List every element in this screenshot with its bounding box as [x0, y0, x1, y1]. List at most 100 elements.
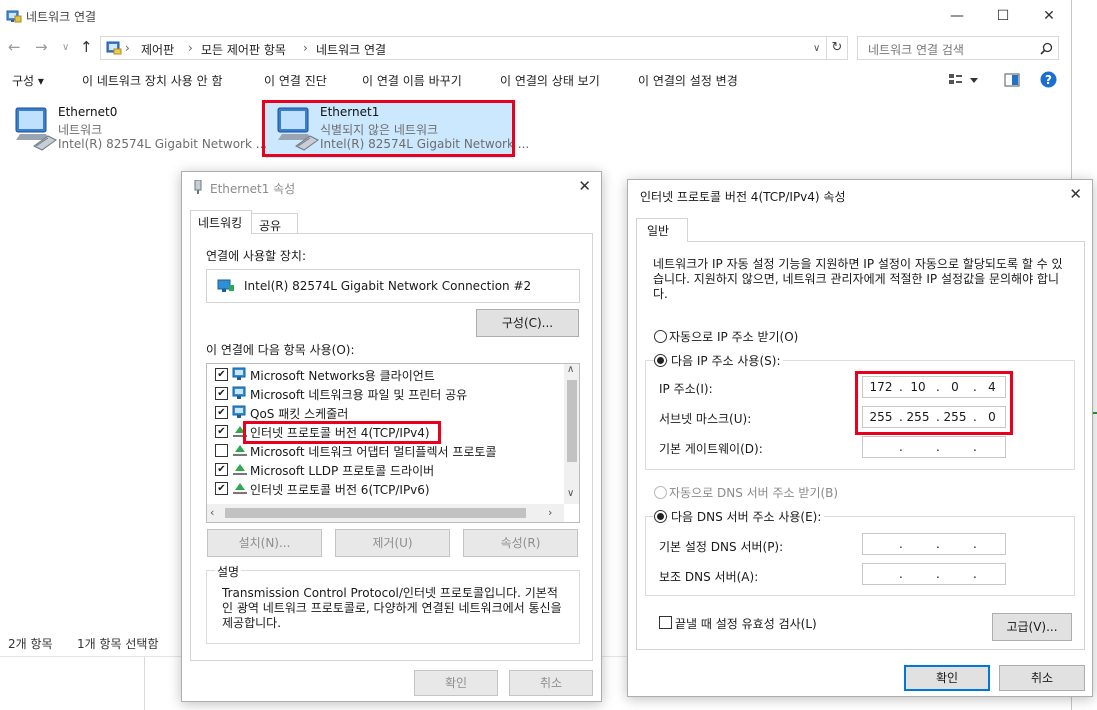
- tab-networking[interactable]: 네트워킹: [190, 210, 252, 234]
- back-arrow-icon[interactable]: ←: [8, 38, 21, 56]
- items-label: 이 연결에 다음 항목 사용(O):: [206, 343, 355, 357]
- auto-dns-radio[interactable]: [654, 486, 667, 499]
- component-checkbox[interactable]: ✔: [215, 482, 228, 495]
- help-icon[interactable]: ?: [1040, 71, 1057, 88]
- ip-dot: .: [936, 440, 940, 454]
- organize-menu[interactable]: 구성 ▾: [12, 72, 44, 89]
- advanced-button[interactable]: 고급(V)...: [992, 613, 1072, 641]
- minimize-button[interactable]: —: [934, 0, 980, 32]
- preview-pane-icon[interactable]: [1004, 73, 1020, 87]
- network-service-icon: [232, 367, 246, 380]
- tab-panel: 연결에 사용할 장치: Intel(R) 82574L Gigabit Netw…: [190, 233, 593, 661]
- alternate-dns-label: 보조 DNS 서버(A):: [659, 570, 759, 584]
- ok-button[interactable]: 확인: [414, 670, 498, 696]
- close-icon[interactable]: ✕: [578, 177, 591, 195]
- preferred-dns-input[interactable]: . . .: [862, 533, 1006, 555]
- dialog-title: Ethernet1 속성: [210, 182, 296, 196]
- search-input[interactable]: 네트워크 연결 검색: [857, 36, 1059, 60]
- item-properties-button[interactable]: 속성(R): [463, 529, 578, 557]
- description-label: 설명: [215, 563, 242, 580]
- component-item[interactable]: ✔ Microsoft 네트워크용 파일 및 프린터 공유: [207, 384, 557, 403]
- auto-ip-radio[interactable]: [654, 330, 667, 343]
- scroll-left-icon[interactable]: ‹: [210, 506, 214, 519]
- search-placeholder: 네트워크 연결 검색: [868, 43, 964, 57]
- dialog-title: 인터넷 프로토콜 버전 4(TCP/IPv4) 속성: [640, 190, 846, 204]
- close-icon[interactable]: ✕: [1069, 185, 1082, 203]
- ipv4-properties-dialog: 인터넷 프로토콜 버전 4(TCP/IPv4) 속성 ✕ 일반 네트워크가 IP…: [627, 179, 1093, 697]
- device-name: Intel(R) 82574L Gigabit Network Connecti…: [244, 279, 532, 293]
- svg-text:?: ?: [1045, 73, 1052, 87]
- component-checkbox[interactable]: ✔: [215, 425, 228, 438]
- network-service-icon: [232, 405, 246, 418]
- component-checkbox[interactable]: ✔: [215, 368, 228, 381]
- gateway-input[interactable]: . . .: [862, 436, 1006, 458]
- description-group: 설명 Transmission Control Protocol/인터넷 프로토…: [206, 563, 580, 644]
- scroll-up-icon[interactable]: ∧: [567, 364, 574, 375]
- cancel-button[interactable]: 취소: [999, 665, 1085, 691]
- ethernet-properties-dialog: Ethernet1 속성 ✕ 네트워킹 공유 연결에 사용할 장치: Intel…: [181, 171, 602, 702]
- scroll-down-icon[interactable]: ∨: [567, 488, 574, 499]
- address-bar[interactable]: › 제어판 › 모든 제어판 항목 › 네트워크 연결 ∨: [100, 36, 827, 60]
- adapter-ethernet0[interactable]: Ethernet0 네트워크 Intel(R) 82574L Gigabit N…: [4, 100, 267, 158]
- tab-panel: 네트워크가 IP 자동 설정 기능을 지원하면 IP 설정이 자동으로 할당되도…: [636, 241, 1085, 650]
- auto-ip-label: 자동으로 IP 주소 받기(O): [669, 330, 799, 344]
- validate-checkbox[interactable]: [659, 616, 672, 629]
- component-checkbox[interactable]: ✔: [215, 387, 228, 400]
- diagnose-command[interactable]: 이 연결 진단: [264, 72, 327, 89]
- tab-general[interactable]: 일반: [636, 218, 688, 242]
- up-arrow-icon[interactable]: ↑: [80, 38, 93, 56]
- manual-ip-label: 다음 IP 주소 사용(S):: [668, 352, 784, 369]
- component-checkbox[interactable]: ✔: [215, 406, 228, 419]
- component-item[interactable]: ✔ Microsoft LLDP 프로토콜 드라이버: [207, 460, 557, 479]
- manual-dns-label: 다음 DNS 서버 주소 사용(E):: [668, 508, 825, 525]
- close-button[interactable]: ✕: [1026, 0, 1072, 32]
- h-scroll-thumb[interactable]: [225, 508, 526, 518]
- component-label: Microsoft LLDP 프로토콜 드라이버: [250, 464, 435, 478]
- component-item[interactable]: ✔ Microsoft Networks용 클라이언트: [207, 365, 557, 384]
- address-dropdown-icon[interactable]: ∨: [813, 43, 820, 54]
- refresh-icon[interactable]: ↻: [827, 36, 848, 60]
- ip-dot: .: [899, 567, 903, 581]
- breadcrumb-all-items[interactable]: 모든 제어판 항목: [201, 41, 286, 58]
- preferred-dns-label: 기본 설정 DNS 서버(P):: [659, 540, 784, 554]
- configure-button[interactable]: 구성(C)...: [476, 309, 579, 337]
- manual-dns-radio[interactable]: [654, 510, 667, 523]
- highlight-box: [262, 100, 515, 157]
- recent-dropdown-icon[interactable]: ∨: [62, 42, 69, 53]
- component-item[interactable]: ✔ QoS 패킷 스케줄러: [207, 403, 557, 422]
- install-button[interactable]: 설치(N)...: [207, 529, 322, 557]
- control-panel-icon: [106, 41, 122, 55]
- cancel-button[interactable]: 취소: [509, 670, 593, 696]
- component-checkbox[interactable]: [215, 444, 228, 457]
- horizontal-scrollbar[interactable]: ‹ ›: [207, 504, 564, 522]
- breadcrumb-control-panel[interactable]: 제어판: [141, 41, 174, 58]
- rename-command[interactable]: 이 연결 이름 바꾸기: [362, 72, 462, 89]
- alternate-dns-input[interactable]: . . .: [862, 563, 1006, 585]
- auto-dns-label: 자동으로 DNS 서버 주소 받기(B): [669, 486, 839, 500]
- manual-ip-radio[interactable]: [654, 354, 667, 367]
- forward-arrow-icon[interactable]: →: [35, 38, 48, 56]
- uninstall-button[interactable]: 제거(U): [335, 529, 450, 557]
- gateway-label: 기본 게이트웨이(D):: [659, 442, 763, 456]
- adapter-device: Intel(R) 82574L Gigabit Network ...: [58, 137, 268, 151]
- ok-button[interactable]: 확인: [904, 665, 990, 691]
- disable-device-command[interactable]: 이 네트워크 장치 사용 안 함: [82, 72, 223, 89]
- breadcrumb-network-connections[interactable]: 네트워크 연결: [316, 41, 386, 58]
- change-settings-command[interactable]: 이 연결의 설정 변경: [638, 72, 738, 89]
- view-options-icon[interactable]: [948, 73, 978, 87]
- view-status-command[interactable]: 이 연결의 상태 보기: [500, 72, 600, 89]
- status-bar: 2개 항목 1개 항목 선택함: [0, 628, 200, 656]
- tab-sharing[interactable]: 공유: [252, 213, 298, 235]
- description-text: Transmission Control Protocol/인터넷 프로토콜입니…: [222, 586, 562, 630]
- protocol-icon: [233, 445, 247, 456]
- component-checkbox[interactable]: ✔: [215, 463, 228, 476]
- maximize-button[interactable]: ☐: [980, 0, 1026, 32]
- scroll-thumb[interactable]: [567, 380, 577, 462]
- scroll-right-icon[interactable]: ›: [548, 506, 552, 519]
- ip-dot: .: [899, 440, 903, 454]
- validate-label: 끝낼 때 설정 유효성 검사(L): [675, 617, 817, 631]
- component-item[interactable]: ✔ 인터넷 프로토콜 버전 6(TCP/IPv6): [207, 479, 557, 498]
- vertical-scrollbar[interactable]: ∧ ∨: [564, 364, 579, 504]
- ip-dot: .: [973, 440, 977, 454]
- component-label: Microsoft Networks용 클라이언트: [250, 369, 435, 383]
